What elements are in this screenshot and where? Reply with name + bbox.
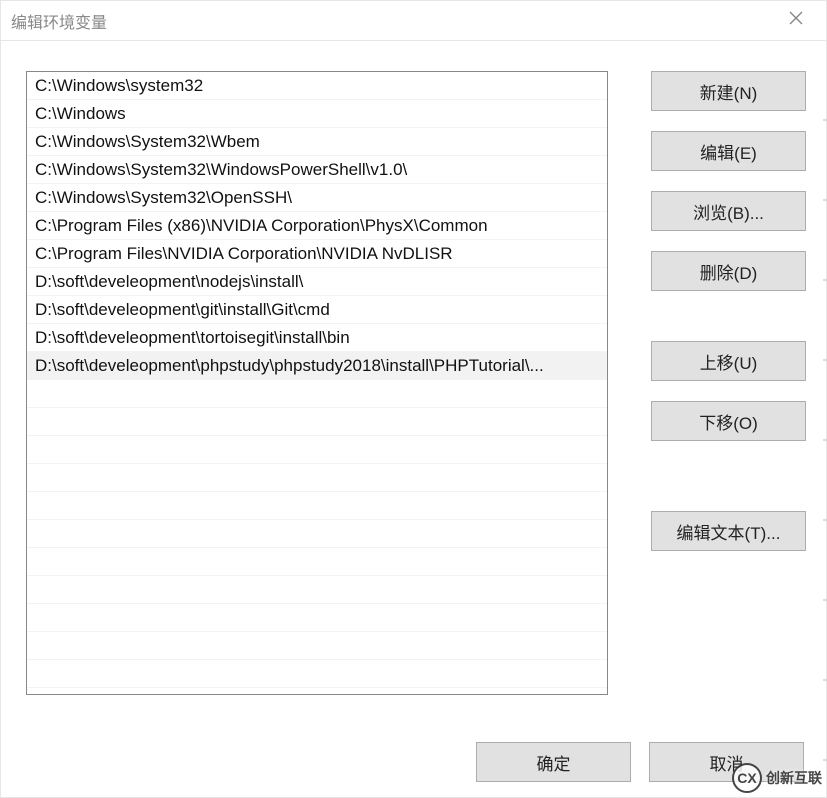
- list-item: [27, 576, 607, 604]
- list-item[interactable]: C:\Program Files (x86)\NVIDIA Corporatio…: [27, 212, 607, 240]
- list-item[interactable]: C:\Windows\System32\OpenSSH\: [27, 184, 607, 212]
- list-item: [27, 520, 607, 548]
- browse-button[interactable]: 浏览(B)...: [651, 191, 806, 231]
- list-item: [27, 548, 607, 576]
- new-button[interactable]: 新建(N): [651, 71, 806, 111]
- cancel-button[interactable]: 取消: [649, 742, 804, 782]
- list-item: [27, 436, 607, 464]
- move-up-button[interactable]: 上移(U): [651, 341, 806, 381]
- list-item[interactable]: D:\soft\develeopment\tortoisegit\install…: [27, 324, 607, 352]
- list-item[interactable]: C:\Program Files\NVIDIA Corporation\NVID…: [27, 240, 607, 268]
- list-item: [27, 632, 607, 660]
- bottom-bar: 确定 取消: [1, 727, 826, 797]
- move-down-button[interactable]: 下移(O): [651, 401, 806, 441]
- close-button[interactable]: [776, 1, 816, 41]
- list-item: [27, 492, 607, 520]
- edit-button[interactable]: 编辑(E): [651, 131, 806, 171]
- titlebar: 编辑环境变量: [1, 1, 826, 41]
- dialog-window: 编辑环境变量 C:\Windows\system32C:\WindowsC:\W…: [0, 0, 827, 798]
- list-item: [27, 464, 607, 492]
- list-item[interactable]: D:\soft\develeopment\nodejs\install\: [27, 268, 607, 296]
- side-buttons: 新建(N) 编辑(E) 浏览(B)... 删除(D) 上移(U) 下移(O) 编…: [651, 71, 806, 571]
- edit-text-button[interactable]: 编辑文本(T)...: [651, 511, 806, 551]
- client-area: C:\Windows\system32C:\WindowsC:\Windows\…: [1, 41, 826, 797]
- list-item[interactable]: C:\Windows\System32\Wbem: [27, 128, 607, 156]
- list-item: [27, 604, 607, 632]
- list-item: [27, 380, 607, 408]
- list-item[interactable]: C:\Windows: [27, 100, 607, 128]
- close-icon: [789, 11, 803, 30]
- list-item[interactable]: D:\soft\develeopment\phpstudy\phpstudy20…: [27, 352, 607, 380]
- list-item: [27, 660, 607, 688]
- ok-button[interactable]: 确定: [476, 742, 631, 782]
- list-item[interactable]: D:\soft\develeopment\git\install\Git\cmd: [27, 296, 607, 324]
- list-item[interactable]: C:\Windows\system32: [27, 72, 607, 100]
- list-item: [27, 408, 607, 436]
- delete-button[interactable]: 删除(D): [651, 251, 806, 291]
- list-item[interactable]: C:\Windows\System32\WindowsPowerShell\v1…: [27, 156, 607, 184]
- path-listbox[interactable]: C:\Windows\system32C:\WindowsC:\Windows\…: [26, 71, 608, 695]
- right-edge-decoration: [823, 41, 827, 797]
- window-title: 编辑环境变量: [11, 9, 776, 33]
